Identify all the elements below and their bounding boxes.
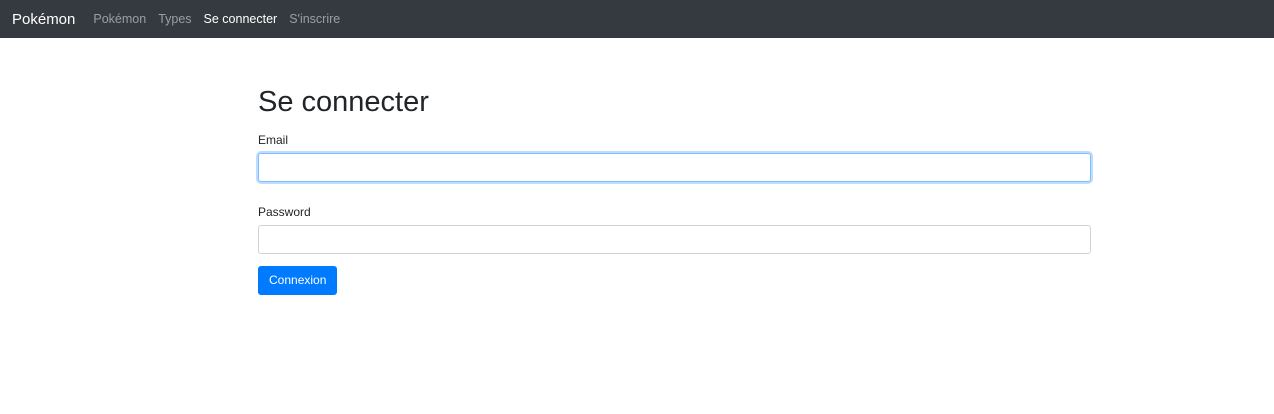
nav-link-login[interactable]: Se connecter [204,12,278,26]
password-field[interactable] [258,225,1091,254]
brand-link[interactable]: Pokémon [12,11,75,28]
submit-button[interactable]: Connexion [258,266,338,295]
nav-links: Pokémon Types Se connecter S'inscrire [93,12,352,26]
password-label: Password [258,205,311,219]
password-group: Password [258,204,1091,254]
email-group: Email [258,132,1091,182]
top-navbar: Pokémon Pokémon Types Se connecter S'ins… [0,0,1274,38]
login-form: Email Password Connexion [258,132,1091,295]
email-label: Email [258,133,289,147]
login-container: Se connecter Email Password Connexion [258,84,1091,295]
email-field[interactable] [258,153,1091,182]
nav-link-pokemon[interactable]: Pokémon [93,12,146,26]
nav-link-register[interactable]: S'inscrire [289,12,340,26]
nav-link-types[interactable]: Types [158,12,191,26]
page-title: Se connecter [258,86,429,118]
